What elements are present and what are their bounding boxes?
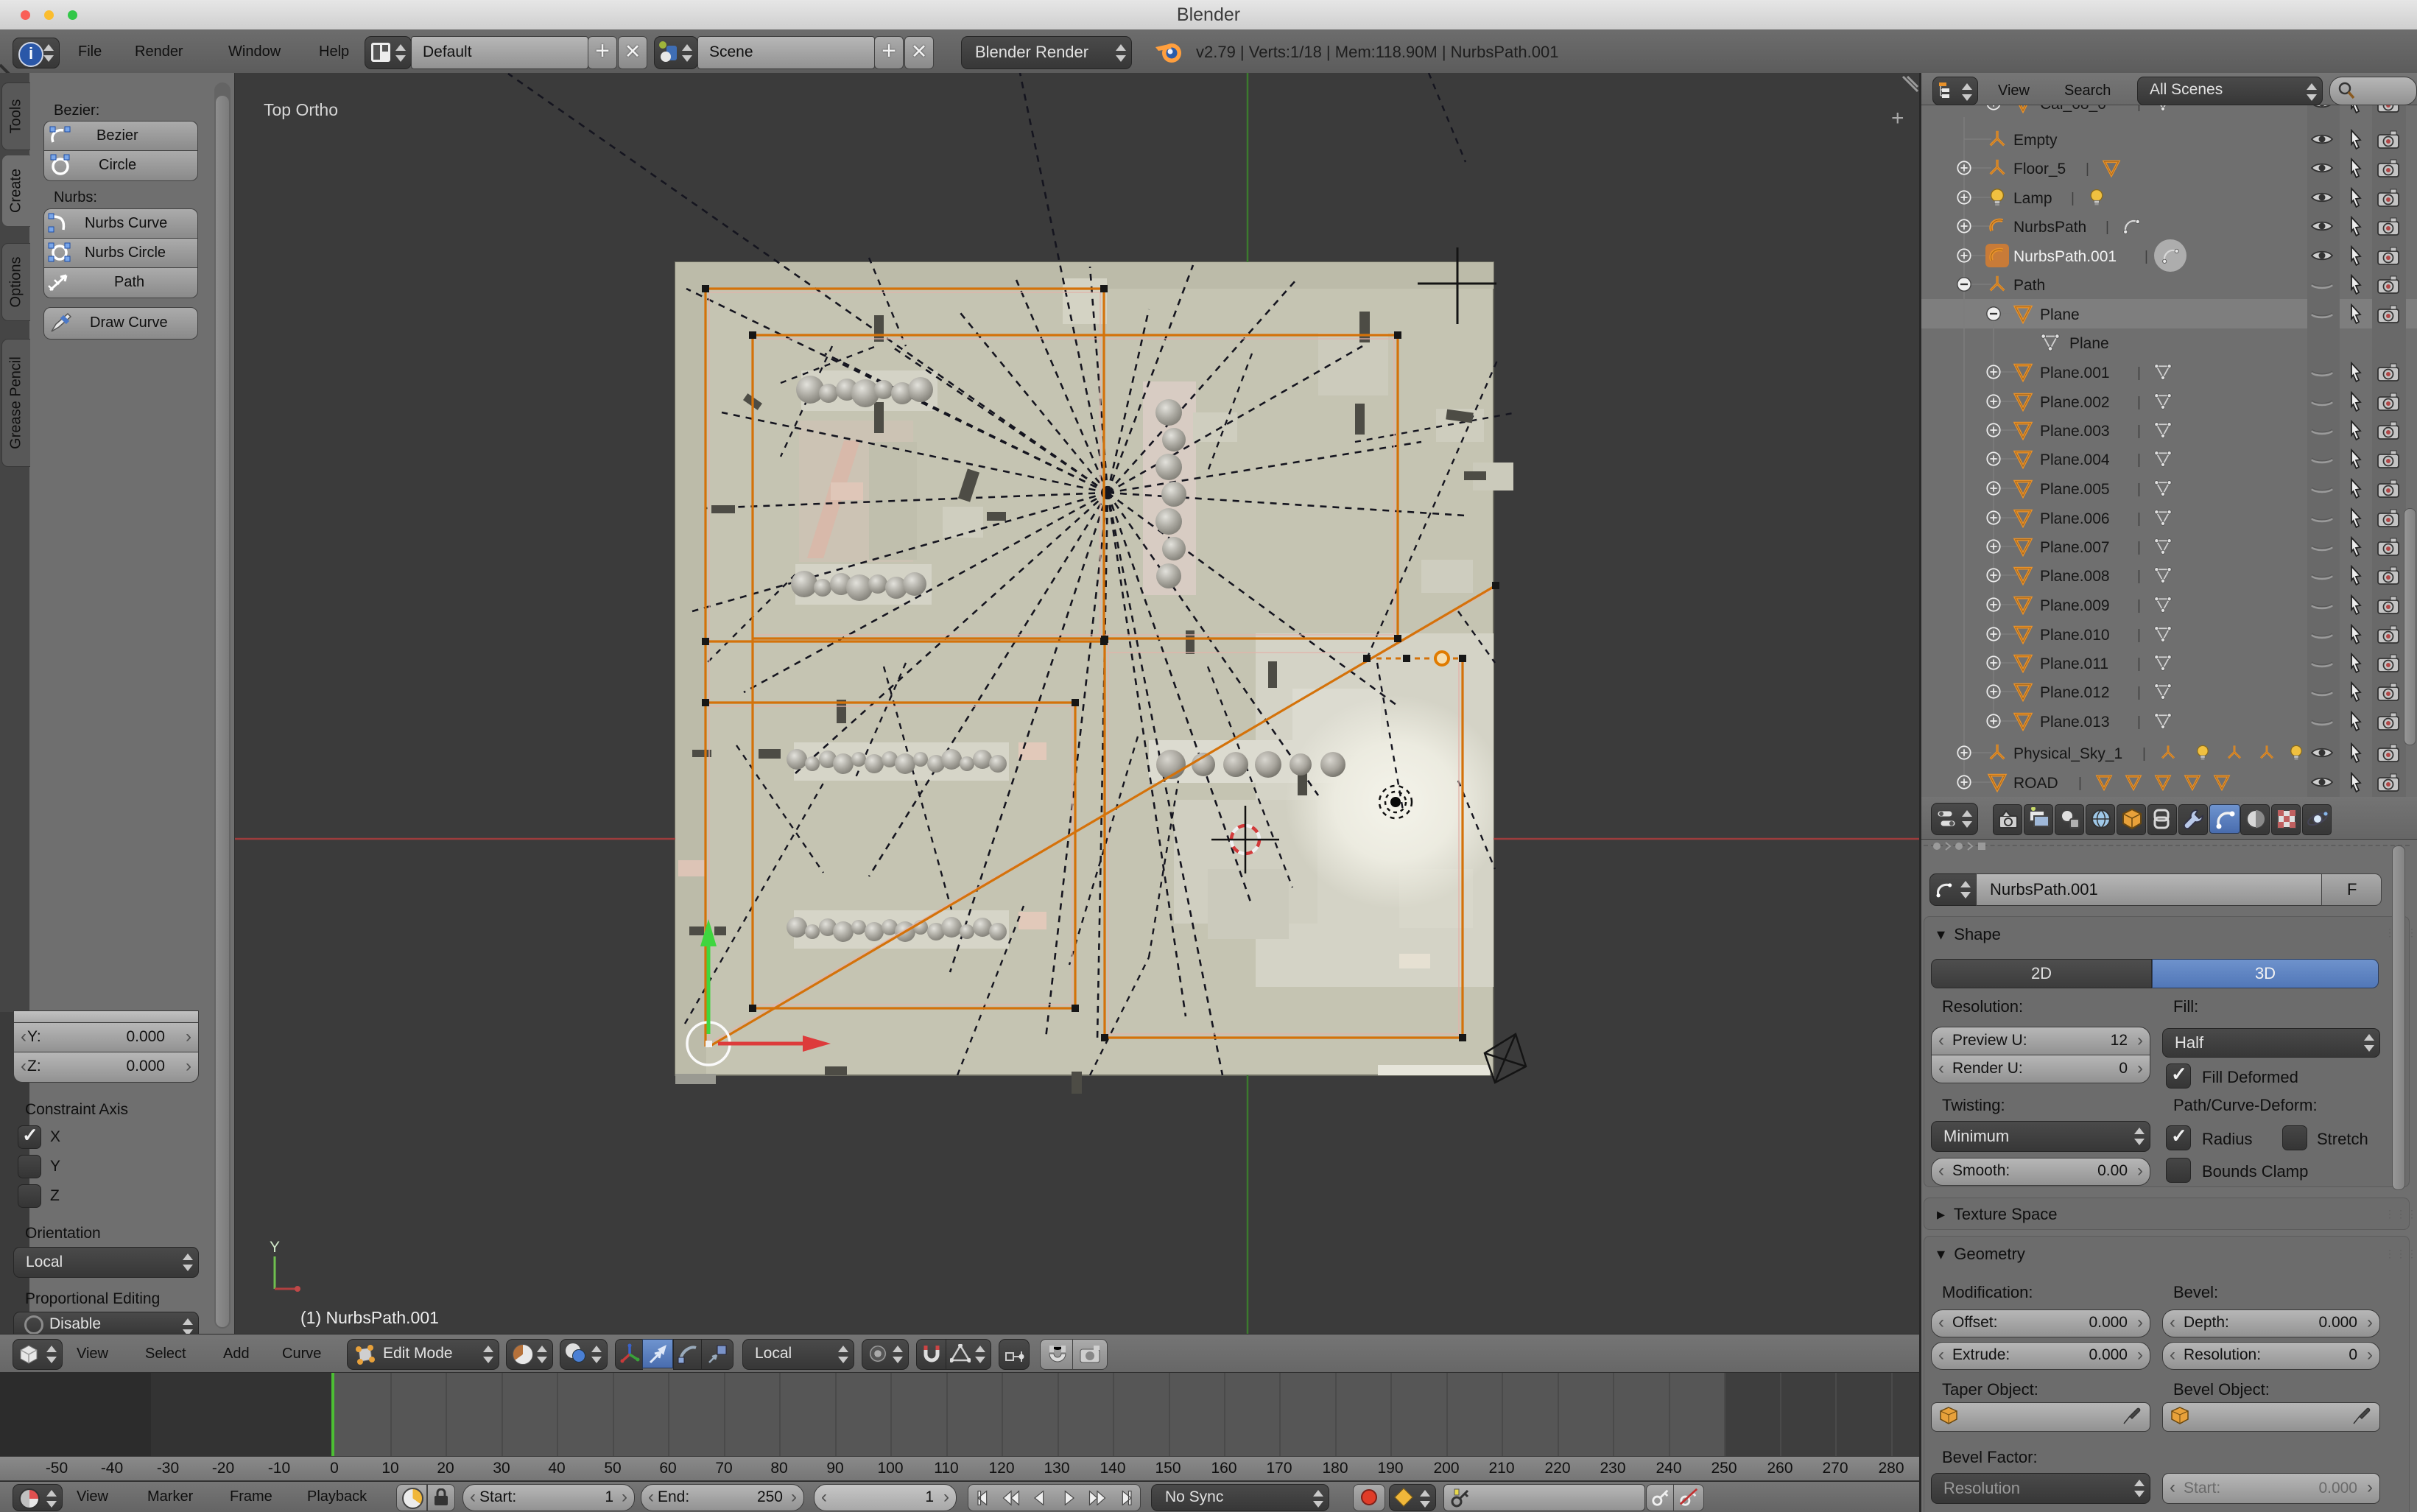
svg-text:|: | — [2137, 482, 2141, 497]
svg-text:|: | — [2071, 191, 2075, 206]
svg-text:|: | — [2137, 598, 2141, 613]
svg-text:|: | — [2137, 423, 2141, 439]
svg-text:Plane.008: Plane.008 — [2040, 568, 2110, 585]
svg-text:+: + — [1891, 106, 1904, 130]
svg-text:Top Ortho: Top Ortho — [264, 100, 338, 119]
svg-text:Plane.002: Plane.002 — [2040, 394, 2110, 411]
svg-text:|: | — [2078, 776, 2082, 791]
svg-text:NurbsPath: NurbsPath — [2013, 219, 2086, 236]
svg-text:Plane: Plane — [2040, 306, 2080, 323]
svg-text:ROAD: ROAD — [2013, 775, 2058, 792]
svg-text:Plane.006: Plane.006 — [2040, 510, 2110, 527]
svg-text:|: | — [2137, 656, 2141, 672]
svg-text:|: | — [2137, 685, 2141, 700]
svg-text:|: | — [2145, 249, 2148, 264]
svg-text:Plane.009: Plane.009 — [2040, 597, 2110, 614]
svg-text:|: | — [2137, 511, 2141, 527]
svg-text:Empty: Empty — [2013, 132, 2058, 149]
svg-text:Plane.004: Plane.004 — [2040, 451, 2110, 468]
svg-text:|: | — [2086, 161, 2089, 177]
svg-text:Plane.007: Plane.007 — [2040, 539, 2110, 556]
svg-text:|: | — [2137, 714, 2141, 730]
svg-text:Plane.010: Plane.010 — [2040, 627, 2110, 644]
svg-text:Plane.001: Plane.001 — [2040, 365, 2110, 381]
svg-text:Y: Y — [270, 1239, 280, 1256]
svg-text:|: | — [2137, 569, 2141, 584]
svg-text:|: | — [2137, 365, 2141, 381]
svg-text:(1) NurbsPath.001: (1) NurbsPath.001 — [300, 1308, 439, 1327]
svg-text:Plane.013: Plane.013 — [2040, 714, 2110, 731]
svg-text:|: | — [2137, 627, 2141, 643]
svg-text:Floor_5: Floor_5 — [2013, 161, 2066, 177]
svg-text:Lamp: Lamp — [2013, 190, 2052, 207]
svg-text:NurbsPath.001: NurbsPath.001 — [2013, 248, 2117, 265]
svg-text:Path: Path — [2013, 277, 2045, 294]
svg-text:|: | — [2137, 395, 2141, 410]
svg-text:|: | — [2105, 219, 2109, 235]
svg-text:|: | — [2142, 746, 2146, 762]
svg-text:Plane.005: Plane.005 — [2040, 481, 2110, 498]
svg-text:|: | — [2137, 540, 2141, 555]
svg-text:Plane: Plane — [2069, 335, 2109, 352]
svg-text:Plane.011: Plane.011 — [2040, 655, 2108, 672]
svg-text:Physical_Sky_1: Physical_Sky_1 — [2013, 745, 2122, 762]
svg-text:Plane.003: Plane.003 — [2040, 423, 2110, 440]
svg-text:|: | — [2137, 452, 2141, 468]
svg-text:Plane.012: Plane.012 — [2040, 684, 2110, 701]
